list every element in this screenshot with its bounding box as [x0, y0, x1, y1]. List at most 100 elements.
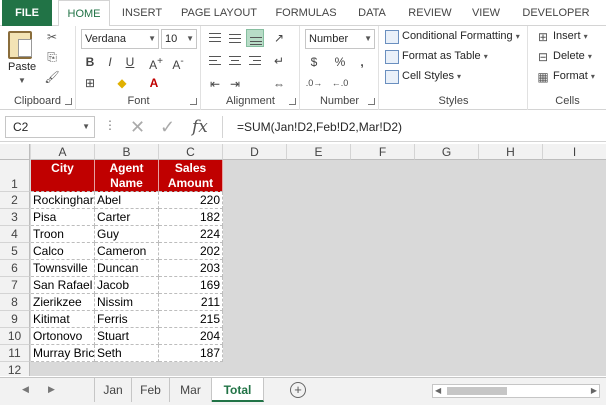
shrink-font-icon[interactable]: A-: [169, 53, 187, 72]
row-header-10[interactable]: 10: [0, 328, 30, 345]
tab-data[interactable]: DATA: [350, 0, 394, 26]
row-header-6[interactable]: 6: [0, 260, 30, 277]
column-header-c[interactable]: C: [159, 144, 223, 160]
table-cell[interactable]: San Rafael: [31, 277, 95, 294]
format-button[interactable]: Format ▾: [553, 70, 595, 82]
increase-decimal-icon[interactable]: .0→: [305, 74, 323, 92]
cancel-icon[interactable]: ✕: [130, 116, 145, 138]
table-cell[interactable]: Carter: [95, 209, 159, 226]
alignment-launcher-icon[interactable]: [289, 98, 296, 105]
paste-button[interactable]: Paste: [8, 61, 36, 73]
scrollbar-thumb[interactable]: [447, 387, 507, 395]
underline-button[interactable]: U: [121, 53, 139, 71]
select-all-corner[interactable]: [0, 144, 30, 160]
column-header-d[interactable]: D: [223, 144, 287, 160]
grow-font-icon[interactable]: A+: [147, 53, 165, 72]
wrap-text-icon[interactable]: ↵: [270, 52, 288, 70]
formula-bar-resize-handle[interactable]: ⋮: [104, 118, 116, 132]
insert-function-button[interactable]: fx: [192, 116, 208, 138]
table-cell[interactable]: 203: [159, 260, 223, 277]
table-cell[interactable]: 204: [159, 328, 223, 345]
column-header-f[interactable]: F: [351, 144, 415, 160]
scroll-right-icon[interactable]: ▶: [48, 384, 55, 395]
format-as-table-button[interactable]: Format as Table ▾: [402, 50, 488, 62]
empty-cell[interactable]: [95, 362, 159, 376]
table-cell[interactable]: Murray Bric: [31, 345, 95, 362]
decrease-indent-icon[interactable]: ⇤: [206, 75, 224, 93]
table-cell[interactable]: Troon: [31, 226, 95, 243]
table-cell[interactable]: Jacob: [95, 277, 159, 294]
currency-button[interactable]: $: [305, 53, 323, 71]
row-header-5[interactable]: 5: [0, 243, 30, 260]
empty-cell[interactable]: [31, 362, 95, 376]
sheet-tab-feb[interactable]: Feb: [132, 378, 170, 402]
column-header-b[interactable]: B: [95, 144, 159, 160]
table-header-cell[interactable]: Agent Name: [95, 160, 159, 192]
table-cell[interactable]: Duncan: [95, 260, 159, 277]
row-header-12[interactable]: 12: [0, 362, 30, 376]
column-header-e[interactable]: E: [287, 144, 351, 160]
table-header-cell[interactable]: Sales Amount: [159, 160, 223, 192]
tab-file[interactable]: FILE: [2, 0, 52, 26]
font-size-select[interactable]: 10 ▼: [161, 29, 197, 49]
table-cell[interactable]: 182: [159, 209, 223, 226]
format-painter-icon[interactable]: 🖌: [44, 70, 60, 84]
font-launcher-icon[interactable]: [190, 98, 197, 105]
row-header-4[interactable]: 4: [0, 226, 30, 243]
merge-center-icon[interactable]: ⇔: [270, 75, 288, 93]
tab-developer[interactable]: DEVELOPER: [514, 0, 598, 26]
table-cell[interactable]: Rockinghar: [31, 192, 95, 209]
clipboard-launcher-icon[interactable]: [65, 98, 72, 105]
table-cell[interactable]: 187: [159, 345, 223, 362]
add-sheet-icon[interactable]: +: [290, 382, 306, 398]
comma-style-button[interactable]: ,: [353, 53, 371, 71]
row-header-2[interactable]: 2: [0, 192, 30, 209]
table-cell[interactable]: Nissim: [95, 294, 159, 311]
paste-icon[interactable]: [8, 31, 32, 59]
cell-styles-button[interactable]: Cell Styles ▾: [402, 70, 461, 82]
bold-button[interactable]: B: [81, 53, 99, 71]
font-name-select[interactable]: Verdana ▼: [81, 29, 159, 49]
row-header-8[interactable]: 8: [0, 294, 30, 311]
table-header-cell[interactable]: City: [31, 160, 95, 192]
table-cell[interactable]: Calco: [31, 243, 95, 260]
align-left-icon[interactable]: [206, 52, 224, 70]
tab-view[interactable]: VIEW: [466, 0, 506, 26]
table-cell[interactable]: 224: [159, 226, 223, 243]
borders-icon[interactable]: ⊞: [81, 74, 99, 92]
increase-indent-icon[interactable]: ⇥: [226, 75, 244, 93]
italic-button[interactable]: I: [101, 53, 119, 71]
scroll-left-arrow-icon[interactable]: ◀: [435, 385, 441, 397]
row-header-7[interactable]: 7: [0, 277, 30, 294]
table-cell[interactable]: Kitimat: [31, 311, 95, 328]
table-cell[interactable]: 215: [159, 311, 223, 328]
name-box[interactable]: C2 ▼: [5, 116, 95, 138]
orientation-icon[interactable]: ↗: [270, 29, 288, 47]
decrease-decimal-icon[interactable]: ←.0: [331, 74, 349, 92]
tab-review[interactable]: REVIEW: [402, 0, 458, 26]
sheet-tab-mar[interactable]: Mar: [170, 378, 212, 402]
table-cell[interactable]: 202: [159, 243, 223, 260]
tab-page-layout[interactable]: PAGE LAYOUT: [176, 0, 262, 26]
formula-input[interactable]: =SUM(Jan!D2,Feb!D2,Mar!D2): [222, 116, 602, 138]
row-header-11[interactable]: 11: [0, 345, 30, 362]
table-cell[interactable]: Ferris: [95, 311, 159, 328]
column-header-h[interactable]: H: [479, 144, 543, 160]
table-cell[interactable]: Ortonovo: [31, 328, 95, 345]
conditional-formatting-button[interactable]: Conditional Formatting ▾: [402, 30, 520, 42]
align-top-icon[interactable]: [206, 29, 224, 47]
tab-formulas[interactable]: FORMULAS: [270, 0, 342, 26]
tab-home[interactable]: HOME: [58, 0, 110, 27]
scroll-left-icon[interactable]: ◀: [22, 384, 29, 395]
table-cell[interactable]: Zierikzee: [31, 294, 95, 311]
insert-button[interactable]: Insert ▾: [553, 30, 588, 42]
table-cell[interactable]: Pisa: [31, 209, 95, 226]
delete-button[interactable]: Delete ▾: [553, 50, 592, 62]
column-header-g[interactable]: G: [415, 144, 479, 160]
align-middle-icon[interactable]: [226, 29, 244, 47]
table-cell[interactable]: Guy: [95, 226, 159, 243]
table-cell[interactable]: Townsville: [31, 260, 95, 277]
sheet-tab-total[interactable]: Total: [212, 378, 264, 402]
number-launcher-icon[interactable]: [368, 98, 375, 105]
font-color-button[interactable]: A: [145, 74, 163, 92]
